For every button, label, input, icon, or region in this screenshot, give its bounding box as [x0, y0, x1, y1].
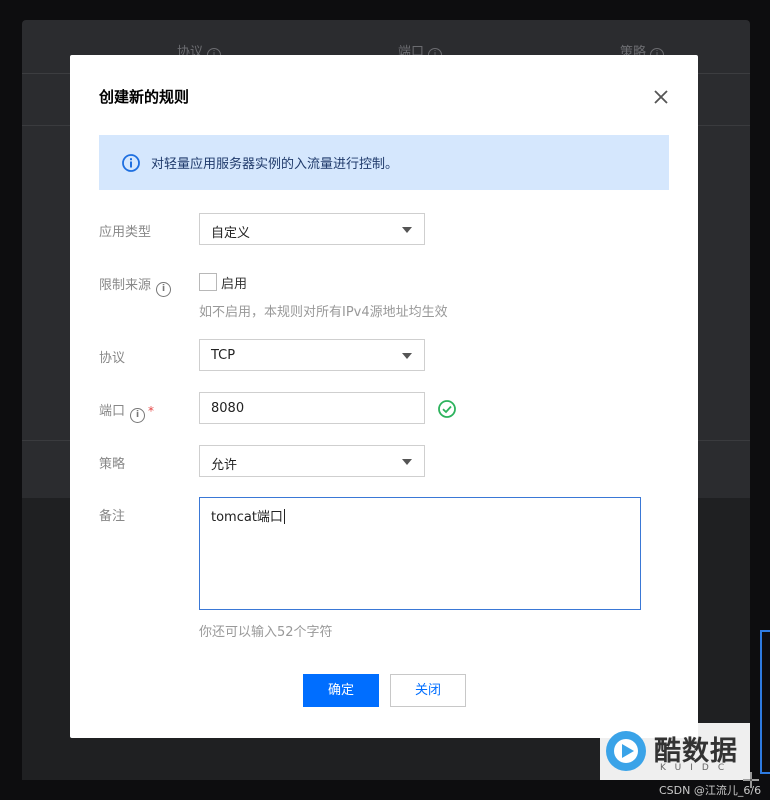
port-label: 端口 i * — [99, 400, 154, 423]
chevron-down-icon — [402, 353, 412, 359]
enable-checkbox-label[interactable]: 启用 — [221, 273, 247, 292]
remark-char-count: 你还可以输入52个字符 — [199, 625, 333, 640]
confirm-button[interactable]: 确定 — [303, 674, 379, 707]
enable-source-limit-checkbox[interactable] — [199, 273, 217, 291]
protocol-label: 协议 — [99, 351, 126, 366]
check-circle-icon — [438, 400, 456, 418]
watermark-logo: 酷数据 KUIDC — [600, 723, 750, 780]
policy-select[interactable]: 允许 — [199, 445, 425, 477]
info-icon[interactable]: i — [130, 408, 146, 423]
play-logo-icon — [606, 731, 646, 771]
background-selection-frame — [760, 630, 770, 774]
source-limit-hint: 如不启用，本规则对所有IPv4源地址均生效 — [199, 305, 448, 320]
watermark-subtext: KUIDC — [660, 763, 734, 773]
app-type-value: 自定义 — [211, 226, 251, 241]
policy-value: 允许 — [211, 458, 238, 473]
protocol-value: TCP — [211, 348, 236, 363]
port-value: 8080 — [211, 401, 245, 416]
close-icon[interactable] — [651, 87, 671, 107]
remark-textarea[interactable]: tomcat端口 — [199, 497, 641, 610]
port-input[interactable]: 8080 — [199, 392, 425, 424]
info-icon[interactable]: i — [156, 282, 172, 297]
app-type-select[interactable]: 自定义 — [199, 213, 425, 245]
policy-label: 策略 — [99, 457, 126, 472]
info-notice: 对轻量应用服务器实例的入流量进行控制。 — [99, 135, 669, 190]
chevron-down-icon — [402, 459, 412, 465]
create-rule-dialog: 创建新的规则 对轻量应用服务器实例的入流量进行控制。 应用类型 自定义 限制来源… — [70, 55, 698, 738]
info-icon — [122, 153, 140, 172]
protocol-select[interactable]: TCP — [199, 339, 425, 371]
chevron-down-icon — [402, 227, 412, 233]
source-limit-label: 限制来源 i — [99, 274, 172, 297]
notice-text: 对轻量应用服务器实例的入流量进行控制。 — [151, 157, 399, 172]
app-type-label: 应用类型 — [99, 225, 152, 240]
remark-label: 备注 — [99, 509, 126, 524]
close-button[interactable]: 关闭 — [390, 674, 466, 707]
crosshair-cursor-icon — [743, 772, 759, 788]
dialog-title: 创建新的规则 — [99, 88, 190, 106]
remark-value: tomcat端口 — [211, 509, 285, 525]
required-mark: * — [148, 404, 155, 418]
